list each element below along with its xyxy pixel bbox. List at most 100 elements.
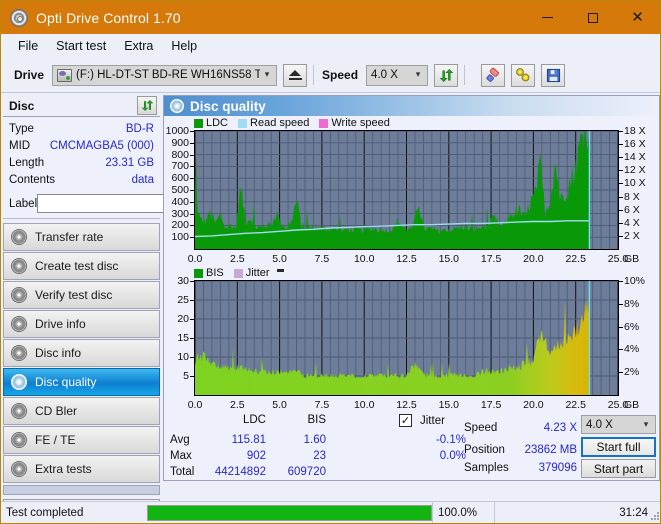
drive-label: Drive — [14, 68, 45, 82]
eraser-icon — [486, 67, 499, 82]
chevron-down-icon: ▾ — [264, 70, 270, 80]
refresh-button[interactable] — [434, 63, 459, 87]
test-speed-select[interactable]: 4.0 X ▾ — [581, 415, 656, 434]
menu-item-help[interactable]: Help — [162, 37, 206, 55]
drive-select[interactable]: (F:) HL-DT-ST BD-RE WH16NS58 TST4 ▾ — [52, 64, 278, 86]
y2-axis-tick-label: 10 X — [624, 177, 646, 190]
progress-percent: 100.0% — [432, 501, 494, 523]
bis-chart-legend: BIS Jitter — [164, 266, 659, 280]
axis-tick-mark — [619, 157, 623, 159]
sidebar-item-drive-info[interactable]: Drive info — [3, 310, 160, 338]
stats-max-bis: 23 — [313, 450, 326, 462]
x-axis-tick-label: 12.5 — [396, 399, 417, 411]
disc-info-value: data — [131, 174, 154, 186]
axis-tick-mark — [619, 209, 623, 211]
bis-plot-area[interactable]: 5 10 15 20 25 30 2% 4% 6% 8% 10% 0.0 2.5 5.0 7.5 10.0 12… — [164, 276, 659, 411]
speed-label: Speed — [322, 68, 359, 82]
y2-axis-tick-label: 4 X — [624, 216, 640, 229]
progress-bar — [147, 504, 432, 521]
app-icon — [10, 8, 28, 27]
legend-item-jitter: Jitter — [233, 267, 284, 279]
close-button[interactable]: ✕ — [615, 1, 660, 34]
y-axis-tick-label: 200 — [171, 219, 189, 232]
y2-axis-tick-label: 2 X — [624, 229, 640, 242]
legend-item-read-speed: Read speed — [238, 117, 309, 129]
ldc-plot-area[interactable]: 100 200 300 400 500 600 700 800 900 1000 2 X4 X6 X… — [164, 126, 659, 266]
y2-axis-tick-label: 6% — [624, 320, 640, 333]
axis-tick-mark — [190, 319, 194, 320]
minimize-button[interactable] — [525, 1, 570, 34]
maximize-button[interactable] — [570, 1, 615, 34]
stats-total-bis: 609720 — [287, 466, 326, 478]
ldc-chart-legend: LDC Read speed Write speed — [164, 116, 659, 130]
y2-axis-tick-label: 10% — [624, 275, 646, 287]
erase-button[interactable] — [481, 63, 506, 87]
axis-tick-mark — [619, 196, 623, 198]
status-message: Test completed — [6, 506, 84, 519]
axis-tick-mark — [619, 281, 623, 282]
stats-samples-label: Samples — [464, 462, 509, 474]
stats-avg-ldc: 115.81 — [231, 434, 266, 446]
axis-tick-mark — [190, 178, 194, 180]
speed-select[interactable]: 4.0 X ▾ — [366, 64, 429, 86]
legend-label-ldc: LDC — [206, 117, 229, 129]
start-full-button[interactable]: Start full — [581, 437, 656, 457]
menu-item-file[interactable]: File — [9, 37, 47, 55]
legend-label-jitter: Jitter — [245, 267, 270, 279]
page-title: Disc quality — [190, 98, 266, 114]
axis-tick-mark — [190, 376, 194, 377]
sidebar-item-disc-quality[interactable]: Disc quality — [3, 368, 160, 396]
panel-header: Disc quality — [164, 96, 659, 116]
eject-button[interactable] — [283, 63, 308, 87]
disc-refresh-button[interactable] — [137, 96, 157, 115]
disc-section-header: Disc — [3, 95, 160, 117]
bis-chart-block: BIS Jitter 5 10 15 20 25 30 2% 4% 6% 8% 10% 0.0 2.5 5… — [164, 266, 659, 410]
y2-axis-tick-label: 4% — [624, 343, 640, 356]
sidebar-item-verify-test-disc[interactable]: Verify test disc — [3, 281, 160, 309]
sidebar-item-cd-bler[interactable]: CD Bler — [3, 397, 160, 425]
disc-section-title: Disc — [9, 98, 35, 113]
axis-tick-mark — [190, 300, 194, 301]
stats-row-label-avg: Avg — [170, 434, 190, 446]
sidebar-item-transfer-rate[interactable]: Transfer rate — [3, 223, 160, 251]
close-icon: ✕ — [631, 8, 644, 26]
disc-info-value: BD-R — [125, 123, 154, 135]
menu-item-start-test[interactable]: Start test — [47, 37, 115, 55]
legend-label-bis: BIS — [206, 267, 224, 279]
disc-info-value: 23.31 GB — [105, 157, 154, 169]
stats-avg-jitter: -0.1% — [435, 434, 466, 446]
axis-tick-mark — [190, 154, 194, 156]
stats-avg-bis: 1.60 — [303, 434, 326, 446]
ldc-chart-block: LDC Read speed Write speed 100 200 300 400 5… — [164, 116, 659, 266]
sidebar-item-extra-tests[interactable]: Extra tests — [3, 455, 160, 483]
y-axis-tick-label: 5 — [183, 370, 189, 382]
maximize-icon — [587, 12, 598, 23]
disc-label-key: Label — [9, 197, 38, 210]
jitter-checkbox[interactable]: ✓ — [399, 414, 412, 427]
content-panel: Disc quality LDC Read speed Write speed — [163, 95, 660, 481]
tools-button[interactable] — [511, 63, 536, 87]
x-axis-tick-label: 17.5 — [480, 399, 502, 411]
sidebar-item-create-test-disc[interactable]: Create test disc — [3, 252, 160, 280]
x-axis-tick-label: 20.0 — [523, 399, 544, 411]
navigation-list: Transfer rate Create test disc Verify te… — [3, 223, 160, 521]
x-axis-tick-label: 2.5 — [229, 399, 245, 411]
x-axis-tick-label: 7.5 — [314, 399, 330, 411]
progress-bar-fill — [148, 505, 431, 520]
disc-quality-icon — [170, 99, 184, 113]
resize-grip[interactable] — [650, 511, 660, 521]
x-axis-tick-label: 17.5 — [480, 253, 502, 265]
y2-axis-tick-label: 8 X — [624, 190, 640, 203]
drive-icon — [57, 68, 73, 82]
sidebar-item-fe-te[interactable]: FE / TE — [3, 426, 160, 454]
stats-col-header-ldc: LDC — [242, 414, 266, 426]
bis-series-svg — [194, 280, 619, 395]
legend-swatch-read-speed — [238, 118, 248, 128]
sidebar-item-label: Verify test disc — [35, 288, 113, 302]
stats-total-ldc: 44214892 — [214, 466, 266, 478]
save-button[interactable] — [541, 63, 566, 87]
sidebar-item-disc-info[interactable]: Disc info — [3, 339, 160, 367]
start-part-button[interactable]: Start part — [581, 459, 656, 478]
menu-item-extra[interactable]: Extra — [115, 37, 162, 55]
y-axis-tick-label: 100 — [171, 231, 189, 244]
